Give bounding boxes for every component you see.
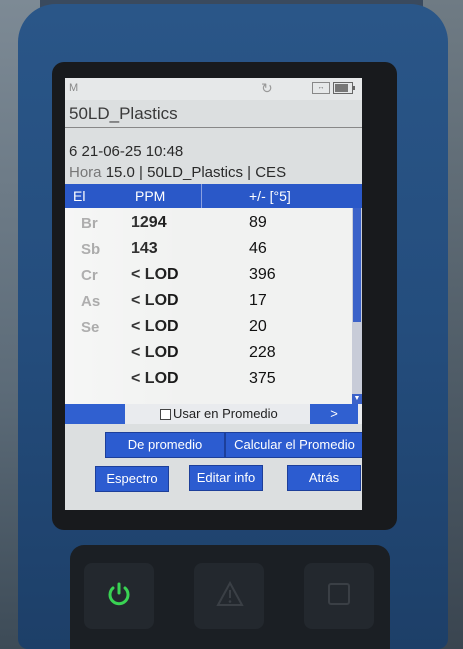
results-table-header: El PPM +/- [°5] [65, 184, 362, 208]
error-value: 228 [249, 344, 276, 361]
table-row[interactable]: Cr < LOD 396 [65, 262, 352, 288]
mode-indicator: M [69, 82, 79, 94]
element-symbol: As [81, 293, 101, 310]
previous-button[interactable] [65, 404, 125, 424]
table-row[interactable]: Se < LOD 20 [65, 314, 352, 340]
power-button[interactable] [84, 563, 154, 629]
power-icon [108, 582, 130, 606]
error-value: 89 [249, 214, 267, 231]
measurement-id-date: 6 21-06-25 10:48 [69, 143, 184, 160]
device-screen: M ↻ ↔ 50LD_Plastics 6 21-06-25 10:48 Hor… [65, 78, 362, 510]
ppm-value: 1294 [131, 214, 167, 231]
battery-icon [333, 82, 355, 94]
usb-icon: ↔ [312, 82, 330, 94]
column-header-error[interactable]: +/- [°5] [249, 188, 291, 204]
error-value: 20 [249, 318, 267, 335]
page-title: 50LD_Plastics [69, 104, 178, 123]
square-icon [328, 583, 350, 605]
error-value: 375 [249, 370, 276, 387]
scrollbar-thumb[interactable] [353, 208, 361, 322]
table-row[interactable]: As < LOD 17 [65, 288, 352, 314]
edit-info-button[interactable]: Editar info [189, 465, 263, 491]
ppm-value: 143 [131, 240, 158, 257]
calculate-average-button[interactable]: Calcular el Promedio [225, 432, 362, 458]
back-button[interactable]: Atrás [287, 465, 361, 491]
column-header-ppm[interactable]: PPM [135, 188, 165, 204]
table-row[interactable]: Sb 143 46 [65, 236, 352, 262]
table-row[interactable]: < LOD 375 [65, 366, 352, 392]
measurement-time-method: 15.0 | 50LD_Plastics | CES [105, 164, 287, 181]
sync-icon: ↻ [261, 80, 273, 96]
ppm-value: < LOD [131, 344, 179, 361]
use-in-average-checkbox[interactable] [160, 409, 171, 420]
next-button[interactable]: > [310, 404, 358, 424]
ppm-value: < LOD [131, 318, 179, 335]
element-symbol: Sb [81, 241, 101, 258]
remove-from-average-button[interactable]: De promedio [105, 432, 225, 458]
spectrum-button[interactable]: Espectro [95, 466, 169, 492]
error-value: 17 [249, 292, 267, 309]
use-in-average-label: Usar en Promedio [173, 406, 278, 421]
hora-label: Hora [69, 164, 102, 181]
warning-icon [216, 581, 244, 606]
warning-button[interactable] [194, 563, 264, 629]
element-symbol: Cr [81, 267, 98, 284]
results-table[interactable]: Br 1294 89 Sb 143 46 Cr < LOD 396 As < LOD 17 Se < LO… [65, 208, 352, 404]
element-symbol: Br [81, 215, 98, 232]
average-option-row: Usar en Promedio > [65, 404, 362, 424]
measurement-details: Hora 15.0 | 50LD_Plastics | CES [69, 164, 286, 181]
hardware-control-panel [70, 545, 390, 649]
table-row[interactable]: Br 1294 89 [65, 210, 352, 236]
element-symbol: Se [81, 319, 100, 336]
stop-button[interactable] [304, 563, 374, 629]
ppm-value: < LOD [131, 370, 179, 387]
scroll-down-icon[interactable]: ▼ [352, 394, 362, 404]
ppm-value: < LOD [131, 266, 179, 283]
status-bar: M ↻ ↔ [65, 78, 362, 100]
header-divider [201, 184, 202, 208]
column-header-element[interactable]: El [73, 188, 85, 204]
error-value: 46 [249, 240, 267, 257]
table-row[interactable]: < LOD 228 [65, 340, 352, 366]
table-scrollbar[interactable]: ▼ [352, 208, 362, 404]
title-divider [65, 127, 362, 128]
error-value: 396 [249, 266, 276, 283]
ppm-value: < LOD [131, 292, 179, 309]
